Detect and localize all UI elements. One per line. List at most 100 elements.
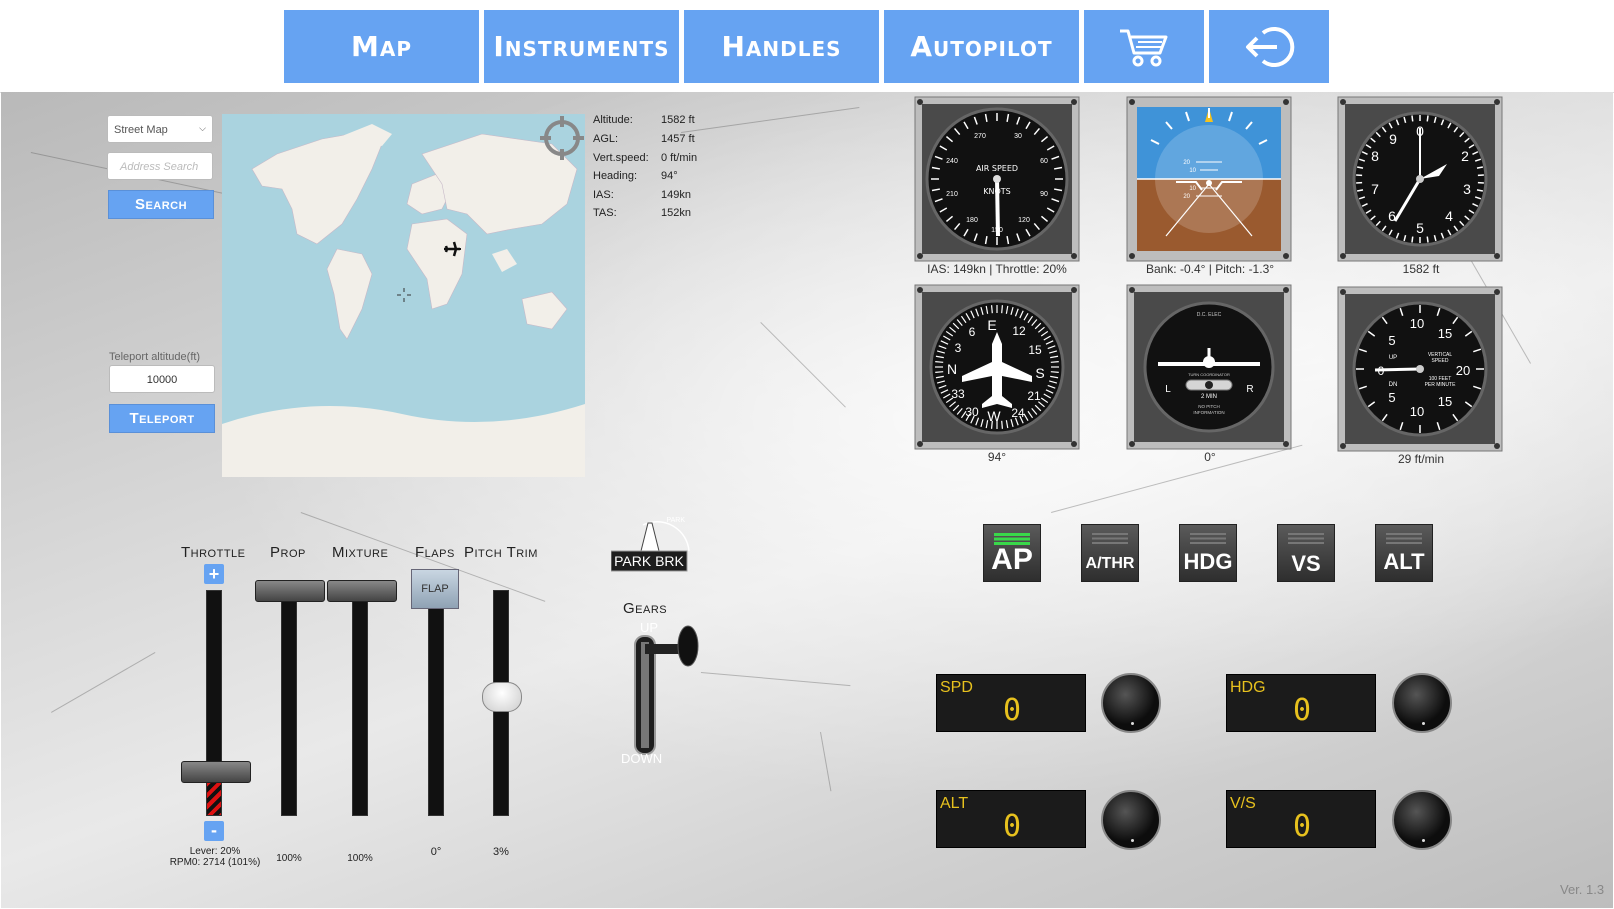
alt-knob[interactable] xyxy=(1101,790,1161,850)
flaps-track[interactable] xyxy=(428,590,444,816)
hdg-tick-15: 15 xyxy=(1028,343,1042,357)
cart-icon xyxy=(1120,29,1168,66)
asi-tick-90: 90 xyxy=(1040,191,1048,198)
logout-icon xyxy=(1246,26,1295,67)
hdg-display: HDG 0 xyxy=(1226,674,1376,732)
nav-logout-button[interactable] xyxy=(1209,10,1329,83)
vs-indicator xyxy=(1288,533,1324,544)
heading-indicator: E 12 15 S 21 24 W 30 33 N 3 6 xyxy=(914,284,1080,450)
asi-tick-210: 210 xyxy=(946,191,958,198)
mixture-label: Mixture xyxy=(332,544,389,561)
hdg-tick-S: S xyxy=(1035,365,1044,381)
autopilot-alt-button[interactable]: ALT xyxy=(1375,524,1433,582)
throttle-readout-lever: Lever: 20% xyxy=(189,846,241,857)
autopilot-hdg-button[interactable]: HDG xyxy=(1179,524,1237,582)
heading-caption: 94° xyxy=(987,450,1007,464)
park-brake-park-label: PARK xyxy=(666,517,685,524)
nav-shop-button[interactable] xyxy=(1084,10,1204,83)
world-map[interactable] xyxy=(222,114,585,477)
address-search-placeholder: Address Search xyxy=(120,161,199,173)
athr-button-label: A/THR xyxy=(1085,555,1135,572)
autopilot-vs-button[interactable]: VS xyxy=(1277,524,1335,582)
crosshair-locate-icon[interactable] xyxy=(538,114,585,162)
airspeed-caption: IAS: 149kn | Throttle: 20% xyxy=(927,262,1067,276)
chevron-down-icon: ⌵ xyxy=(199,123,206,133)
vs-knob[interactable] xyxy=(1392,790,1452,850)
nav-map-button[interactable]: Map xyxy=(284,10,479,83)
prop-value: 100% xyxy=(276,853,302,864)
nav-handles-button[interactable]: Handles xyxy=(684,10,879,83)
mixture-track[interactable] xyxy=(352,590,368,816)
hdg-knob[interactable] xyxy=(1392,673,1452,733)
hdg-tick-12: 12 xyxy=(1012,324,1026,338)
turn-note-1: NO PITCH xyxy=(1198,404,1220,409)
autopilot-athr-button[interactable]: A/THR xyxy=(1081,524,1139,582)
park-brake-lever[interactable]: PARK BRK PARK xyxy=(611,513,695,573)
throttle-increase-button[interactable]: + xyxy=(204,564,224,584)
hdg-tick-3: 3 xyxy=(955,341,962,355)
spd-knob[interactable] xyxy=(1101,673,1161,733)
alt-indicator xyxy=(1386,533,1422,544)
map-layer-select[interactable]: Street Map ⌵ xyxy=(107,115,213,143)
throttle-readout-rpm: RPM0: 2714 (101%) xyxy=(169,857,261,868)
alt-tick-4: 4 xyxy=(1445,208,1453,224)
vsi-up-label: UP xyxy=(1389,355,1397,361)
vsi-tick-15-down: 15 xyxy=(1438,394,1452,409)
turn-coordinator: D.C. ELEC TURN COORDINATOR L R 2 MIN NO … xyxy=(1126,284,1292,450)
spd-display-value: 0 xyxy=(1002,693,1022,728)
world-map-graphic xyxy=(222,124,585,477)
attitude-indicator: 20 10 10 20 xyxy=(1126,96,1292,262)
pitch-trim-handle[interactable] xyxy=(482,682,522,713)
attitude-tick-20-up: 20 xyxy=(1183,160,1190,166)
throttle-handle[interactable] xyxy=(181,760,251,783)
hdg-tick-24: 24 xyxy=(1011,406,1025,420)
asi-tick-180: 180 xyxy=(966,217,978,224)
flaps-value: 0° xyxy=(430,846,442,858)
prop-handle[interactable] xyxy=(255,580,325,602)
alt-tick-7: 7 xyxy=(1371,181,1379,197)
autopilot-ap-button[interactable]: AP xyxy=(983,524,1041,582)
vsi-caption: 29 ft/min xyxy=(1397,452,1445,466)
asi-tick-60: 60 xyxy=(1040,158,1048,165)
airspeed-title: AIR SPEED xyxy=(976,164,1018,173)
asi-tick-30: 30 xyxy=(1014,133,1022,140)
flaps-label: Flaps xyxy=(415,544,455,561)
search-button[interactable]: Search xyxy=(108,190,214,219)
address-search-input[interactable]: Address Search xyxy=(107,152,213,180)
nav-instruments-button[interactable]: Instruments xyxy=(484,10,679,83)
teleport-altitude-value: 10000 xyxy=(146,374,178,386)
asi-tick-270: 270 xyxy=(974,133,986,140)
teleport-button[interactable]: Teleport xyxy=(109,404,215,433)
attitude-tick-20-down: 20 xyxy=(1183,194,1190,200)
teleport-altitude-label: Teleport altitude(ft) xyxy=(109,351,201,363)
vsi-dn-label: DN xyxy=(1389,382,1398,388)
vertical-speed-indicator: 10 15 5 20 0 5 15 10 UP DN VERTICAL SPEE… xyxy=(1337,286,1503,452)
prop-label: Prop xyxy=(270,544,306,561)
hdg-display-value: 0 xyxy=(1292,693,1312,728)
vsi-needle xyxy=(1374,367,1421,372)
teleport-altitude-input[interactable]: 10000 xyxy=(109,365,215,393)
hdg-tick-30: 30 xyxy=(965,405,979,419)
asi-tick-240: 240 xyxy=(946,158,958,165)
flaps-handle[interactable]: FLAP xyxy=(411,569,459,609)
asi-tick-120: 120 xyxy=(1018,217,1030,224)
vsi-tick-10-up: 10 xyxy=(1410,316,1424,331)
throttle-label: Throttle xyxy=(181,544,246,561)
gears-label: Gears xyxy=(623,600,668,617)
park-brake-label: PARK BRK xyxy=(614,553,684,569)
spd-display: SPD 0 xyxy=(936,674,1086,732)
vsi-tick-20: 20 xyxy=(1456,363,1470,378)
turn-left-label: L xyxy=(1165,384,1171,395)
prop-track[interactable] xyxy=(281,590,297,816)
throttle-decrease-button[interactable]: - xyxy=(204,821,224,841)
alt-button-label: ALT xyxy=(1383,549,1425,574)
mixture-handle[interactable] xyxy=(327,580,397,602)
turn-caption: 0° xyxy=(1204,450,1216,464)
landing-gear-lever[interactable] xyxy=(632,622,704,758)
nav-autopilot-button[interactable]: Autopilot xyxy=(884,10,1079,83)
gears-down-label: DOWN xyxy=(621,751,663,766)
attitude-caption: Bank: -0.4° | Pitch: -1.3° xyxy=(1145,262,1275,276)
vs-display: V/S 0 xyxy=(1226,790,1376,848)
hdg-tick-33: 33 xyxy=(951,387,965,401)
attitude-tick-10-up: 10 xyxy=(1189,168,1196,174)
